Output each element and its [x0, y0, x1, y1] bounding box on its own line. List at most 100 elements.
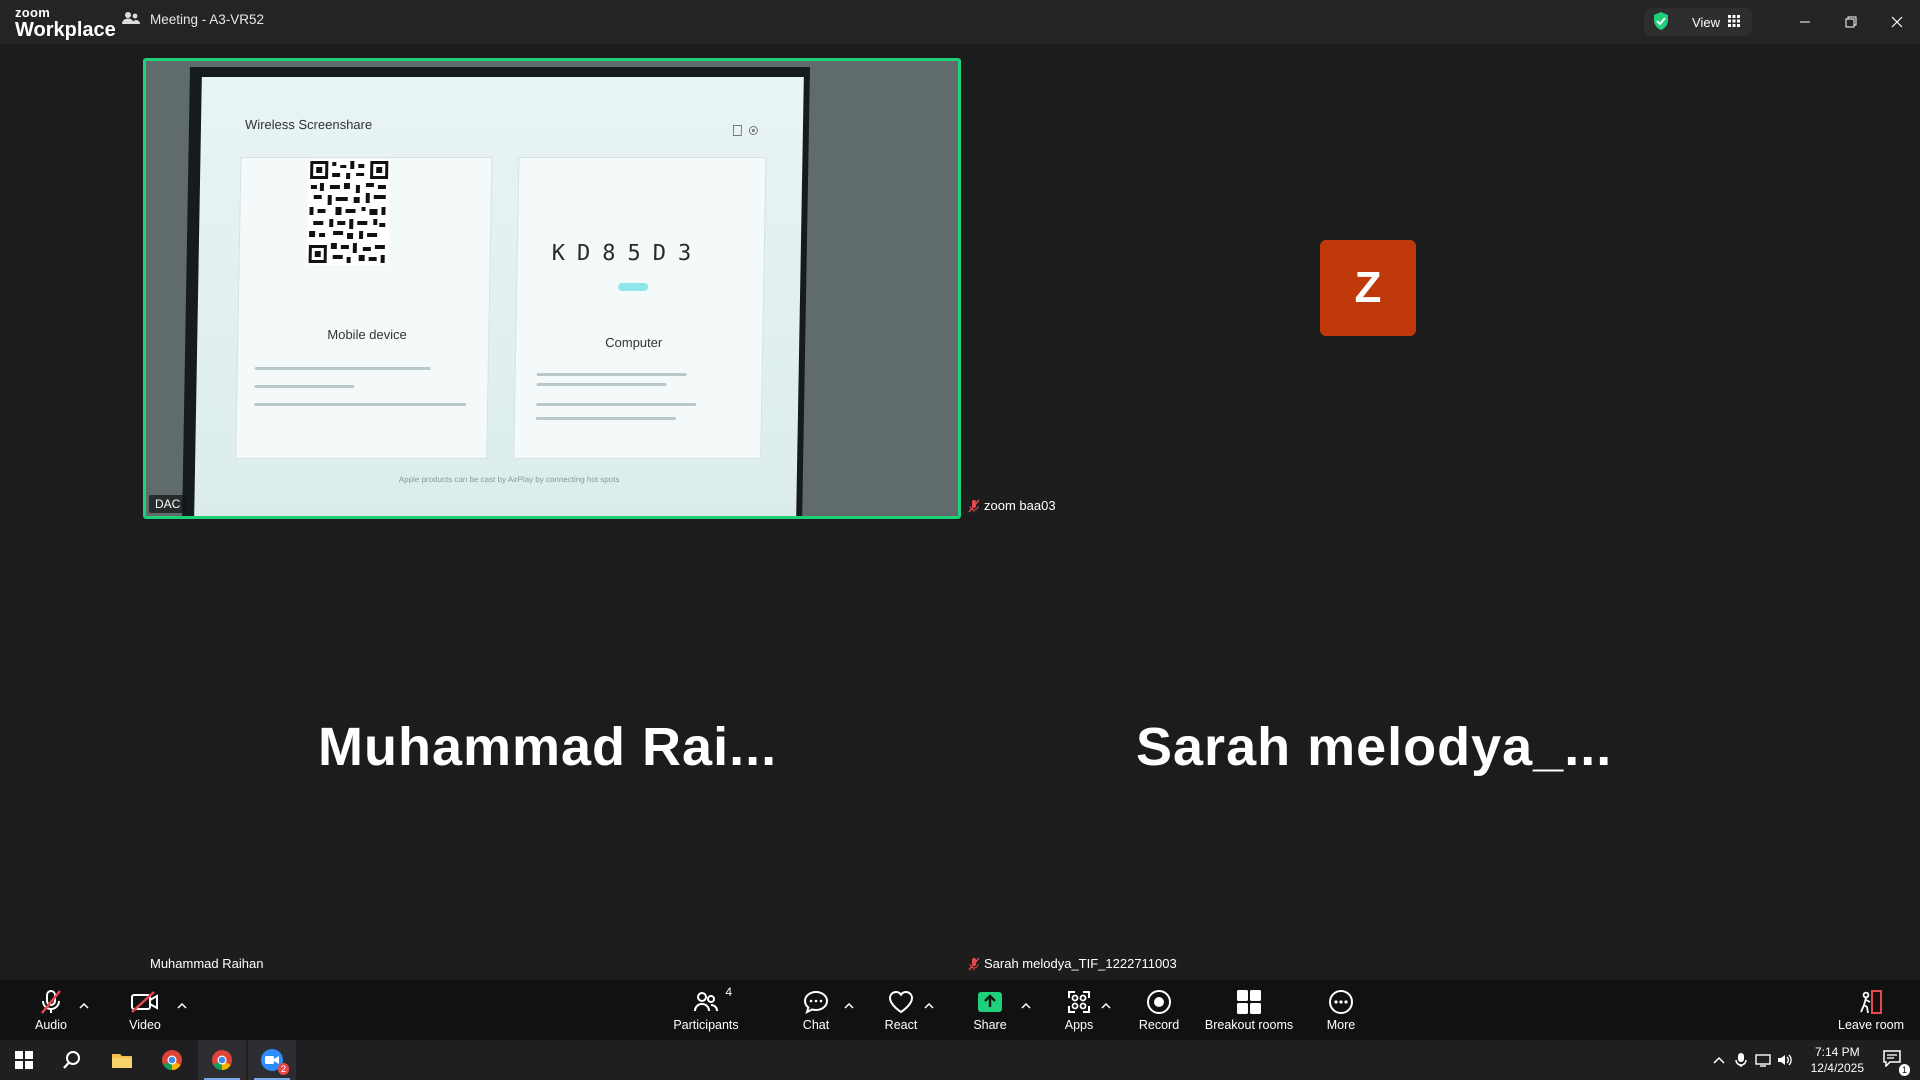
participant-name-dac: DAC [149, 495, 187, 513]
meeting-stage: Wireless Screenshare KD85D3 Mobile devic… [0, 44, 1920, 980]
share-screen-icon [977, 988, 1003, 1016]
projected-screen: Wireless Screenshare KD85D3 Mobile devic… [194, 77, 804, 516]
chevron-up-icon[interactable] [1708, 1056, 1730, 1064]
view-label: View [1692, 14, 1720, 30]
chrome-icon [212, 1050, 232, 1071]
instruction-line [536, 403, 697, 406]
chat-options-caret[interactable] [843, 1000, 855, 1012]
participants-group-icon [122, 11, 140, 28]
notification-icon: 1 [1882, 1049, 1910, 1076]
system-tray [1708, 1040, 1796, 1080]
instruction-line [254, 385, 355, 388]
zoom-workplace-logo: zoom Workplace [15, 6, 116, 40]
video-button[interactable]: Video [124, 980, 166, 1040]
screenshare-title: Wireless Screenshare [244, 117, 373, 132]
heart-icon [888, 988, 914, 1016]
apps-options-caret[interactable] [1100, 1000, 1112, 1012]
video-options-caret[interactable] [176, 1000, 188, 1012]
instruction-line [535, 417, 676, 420]
restore-icon [1845, 16, 1857, 28]
chevron-up-icon [1021, 1003, 1031, 1009]
mic-muted-icon [38, 988, 64, 1016]
settings-icon [748, 126, 758, 135]
volume-icon[interactable] [1774, 1053, 1796, 1067]
chevron-up-icon [1101, 1003, 1111, 1009]
chevron-up-icon [924, 1003, 934, 1009]
record-icon [1146, 988, 1172, 1016]
brand-bottom: Workplace [15, 19, 116, 41]
mic-muted-icon [968, 499, 980, 512]
start-button[interactable] [0, 1040, 48, 1080]
airplay-note: Apple products can be cast by AirPlay by… [398, 475, 620, 484]
computer-label: Computer [605, 335, 663, 350]
view-button[interactable]: View [1644, 8, 1752, 36]
participants-icon: 4 [694, 985, 732, 1016]
restore-button[interactable] [1828, 0, 1874, 44]
chrome-button[interactable] [148, 1040, 196, 1080]
more-icon [1328, 988, 1354, 1016]
chevron-up-icon [844, 1003, 854, 1009]
minimize-button[interactable] [1782, 0, 1828, 44]
chrome-profile-button[interactable] [198, 1040, 246, 1080]
minimize-icon [1800, 21, 1810, 23]
leave-room-button[interactable]: Leave room [1838, 980, 1904, 1040]
share-button[interactable]: Share [972, 980, 1008, 1040]
folder-icon [112, 1054, 132, 1068]
chevron-up-icon [79, 1003, 89, 1009]
shield-check-icon[interactable] [1652, 11, 1670, 34]
mobile-device-label: Mobile device [327, 327, 407, 342]
taskbar-clock[interactable]: 7:14 PM 12/4/2025 [1811, 1044, 1864, 1076]
search-icon [63, 1051, 80, 1069]
record-button[interactable]: Record [1139, 980, 1179, 1040]
computer-panel [513, 157, 767, 459]
participant-tag-zoom-baa03: zoom baa03 [962, 495, 1062, 516]
mic-muted-icon [968, 957, 980, 970]
document-icon [732, 125, 743, 136]
meeting-info[interactable]: Meeting - A3-VR52 [122, 11, 264, 28]
windows-taskbar: 2 7:14 PM 12/4/2025 1 [0, 1040, 1920, 1080]
chevron-up-icon [177, 1003, 187, 1009]
avatar-zoom-baa03[interactable]: Z [1320, 240, 1416, 336]
participant-display-name-raihan: Muhammad Rai... [318, 717, 778, 777]
microphone-icon[interactable] [1730, 1052, 1752, 1068]
brand-top: zoom [15, 5, 51, 20]
file-explorer-button[interactable] [98, 1040, 146, 1080]
participant-tag-raihan: Muhammad Raihan [144, 953, 270, 974]
instruction-line [536, 373, 687, 376]
search-button[interactable] [48, 1040, 96, 1080]
screenshare-icons [732, 125, 759, 136]
connection-code: KD85D3 [551, 241, 704, 266]
close-icon [1891, 16, 1903, 28]
chat-button[interactable]: Chat [800, 980, 832, 1040]
zoom-taskbar-button[interactable]: 2 [248, 1040, 296, 1080]
instruction-line [254, 367, 431, 370]
participant-tag-sarah: Sarah melodya_TIF_1222711003 [962, 953, 1183, 974]
participant-display-name-sarah: Sarah melodya_... [1136, 717, 1613, 777]
apps-button[interactable]: Apps [1064, 980, 1094, 1040]
participants-count: 4 [725, 985, 732, 999]
chat-icon [803, 988, 829, 1016]
share-options-caret[interactable] [1020, 1000, 1032, 1012]
participants-button[interactable]: 4 Participants [672, 980, 740, 1040]
react-options-caret[interactable] [923, 1000, 935, 1012]
close-button[interactable] [1874, 0, 1920, 44]
audio-options-caret[interactable] [78, 1000, 90, 1012]
audio-button[interactable]: Audio [30, 980, 72, 1040]
breakout-rooms-button[interactable]: Breakout rooms [1205, 980, 1293, 1040]
windows-logo-icon [15, 1051, 33, 1069]
notification-count: 1 [1898, 1063, 1910, 1076]
video-tile-dac[interactable]: Wireless Screenshare KD85D3 Mobile devic… [143, 58, 961, 519]
code-indicator [618, 283, 649, 291]
zoom-notification-badge: 2 [277, 1063, 289, 1075]
more-button[interactable]: More [1326, 980, 1356, 1040]
react-button[interactable]: React [884, 980, 918, 1040]
apps-icon [1066, 988, 1092, 1016]
network-icon[interactable] [1752, 1053, 1774, 1067]
notification-center-button[interactable]: 1 [1864, 1040, 1920, 1080]
video-off-icon [130, 988, 160, 1016]
chrome-icon [162, 1050, 182, 1071]
instruction-line [254, 403, 467, 406]
qr-code-icon [306, 159, 391, 265]
meeting-toolbar: Audio Video 4 Participants Chat React Sh… [0, 980, 1920, 1040]
clock-time: 7:14 PM [1814, 1045, 1860, 1059]
